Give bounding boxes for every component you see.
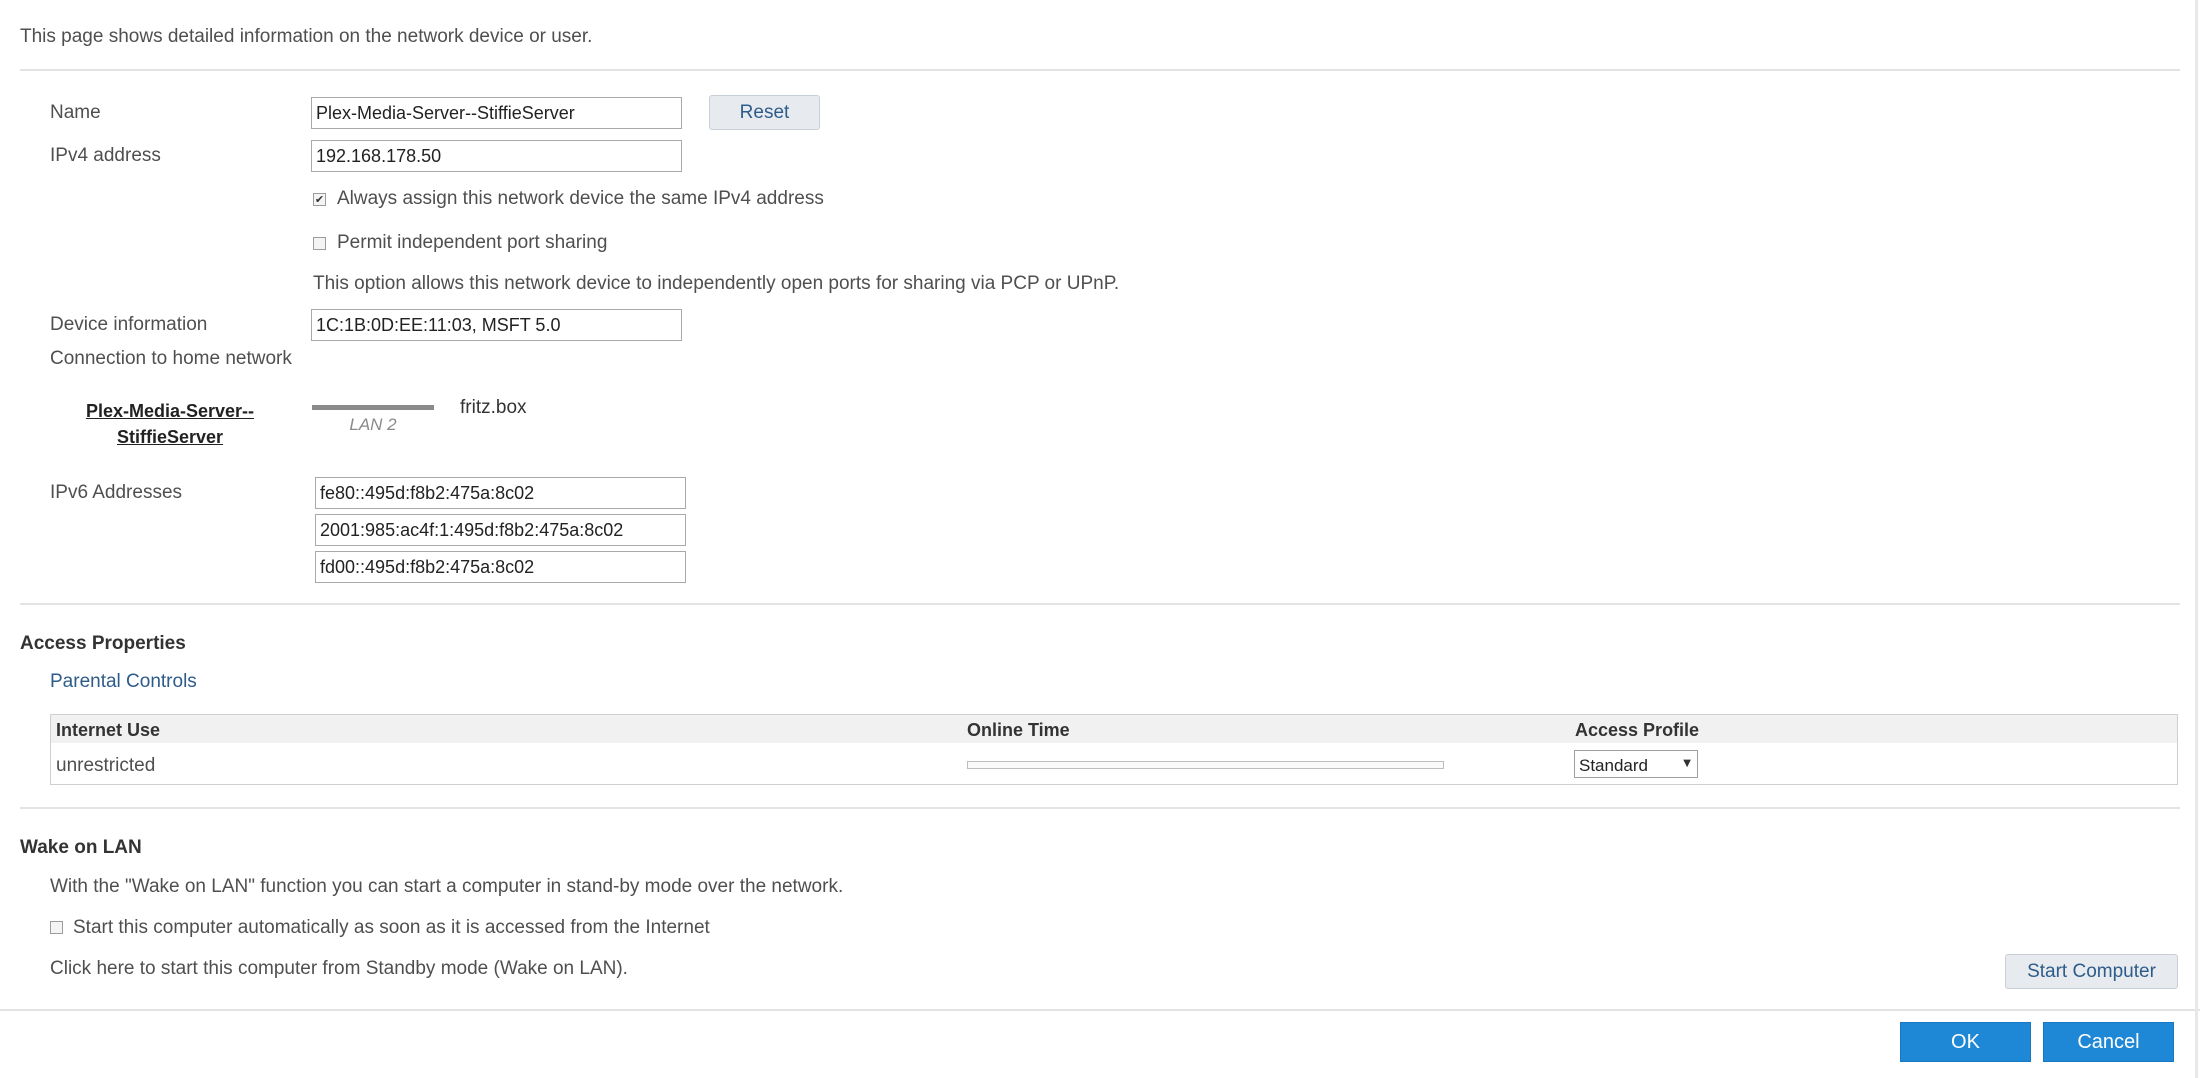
- scrollbar[interactable]: [2195, 0, 2198, 1078]
- internet-use-value: unrestricted: [56, 755, 156, 776]
- name-label: Name: [50, 102, 101, 123]
- port-sharing-label: Permit independent port sharing: [337, 232, 608, 253]
- port-sharing-note: This option allows this network device t…: [313, 273, 1120, 294]
- reset-button[interactable]: Reset: [709, 95, 820, 130]
- wol-click-text: Click here to start this computer from S…: [50, 958, 628, 979]
- ipv4-input[interactable]: [311, 140, 682, 172]
- column-header: Internet Use: [56, 720, 161, 740]
- wol-description: With the "Wake on LAN" function you can …: [50, 876, 844, 897]
- table-header: [51, 715, 2177, 743]
- column-header: Online Time: [967, 720, 1070, 740]
- divider: [20, 69, 2180, 71]
- device-link[interactable]: Plex-Media-Server-- StiffieServer: [60, 398, 280, 450]
- ipv6-input[interactable]: [315, 514, 686, 546]
- connection-label: Connection to home network: [50, 348, 292, 369]
- access-table: Internet Use Online Time Access Profile …: [50, 714, 2178, 785]
- device-info-label: Device information: [50, 314, 208, 335]
- ipv6-input[interactable]: [315, 551, 686, 583]
- start-computer-button[interactable]: Start Computer: [2005, 954, 2178, 989]
- divider: [20, 603, 2180, 605]
- access-profile-select[interactable]: Standard ▼: [1574, 750, 1698, 778]
- column-header: Access Profile: [1575, 720, 1700, 740]
- page-description: This page shows detailed information on …: [20, 26, 593, 47]
- online-time-bar: [967, 761, 1444, 769]
- router-name: fritz.box: [460, 397, 527, 418]
- same-ip-checkbox[interactable]: ✔: [313, 193, 326, 206]
- chevron-down-icon: ▼: [1683, 758, 1691, 769]
- access-properties-heading: Access Properties: [20, 633, 186, 654]
- ok-button[interactable]: OK: [1900, 1022, 2031, 1062]
- device-name-line2: StiffieServer: [116, 427, 224, 447]
- ipv4-label: IPv4 address: [50, 145, 161, 166]
- cancel-button[interactable]: Cancel: [2043, 1022, 2174, 1062]
- divider: [0, 1009, 2200, 1011]
- connection-line: [312, 405, 434, 410]
- divider: [20, 807, 2180, 809]
- wol-heading: Wake on LAN: [20, 837, 142, 858]
- device-name-line1: Plex-Media-Server--: [85, 401, 255, 421]
- wol-auto-label: Start this computer automatically as soo…: [73, 917, 710, 938]
- name-input[interactable]: [311, 97, 682, 129]
- ipv6-input[interactable]: [315, 477, 686, 509]
- port-sharing-checkbox[interactable]: [313, 237, 326, 250]
- device-info-input[interactable]: [311, 309, 682, 341]
- access-profile-value: Standard: [1579, 756, 1648, 775]
- lan-port-label: LAN 2: [349, 415, 397, 434]
- wol-auto-checkbox[interactable]: [50, 921, 63, 934]
- parental-controls-link[interactable]: Parental Controls: [50, 672, 197, 691]
- ipv6-label: IPv6 Addresses: [50, 482, 183, 503]
- same-ip-label: Always assign this network device the sa…: [337, 188, 824, 209]
